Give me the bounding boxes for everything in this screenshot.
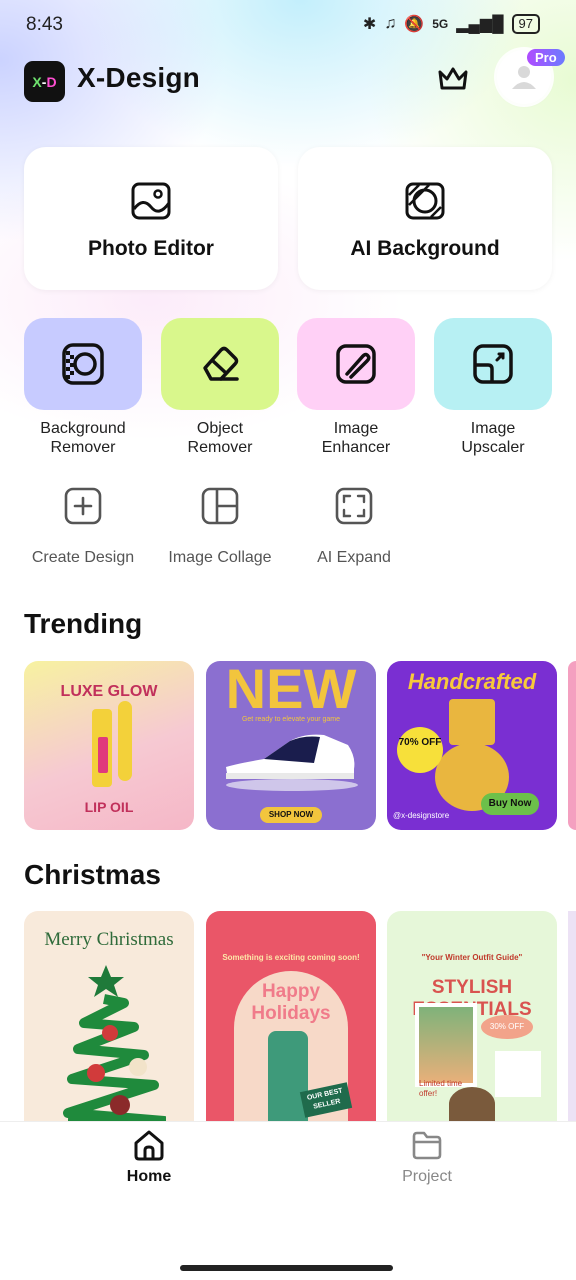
outfit-photo [415, 1003, 477, 1087]
image-upscaler-tile [434, 318, 552, 410]
discount-badge: 70% OFF [397, 727, 443, 773]
nav-home-label: Home [126, 1168, 172, 1185]
template-text: Something is exciting coming soon! [222, 953, 360, 962]
pro-badge: Pro [527, 49, 565, 66]
trending-next-template-peek[interactable] [568, 661, 576, 830]
object-remover-label: Object Remover [187, 420, 253, 456]
ai-background-icon [405, 182, 445, 220]
photo-editor-card[interactable]: Photo Editor [24, 147, 278, 290]
christmas-template-outfit[interactable]: "Your Winter Outfit Guide" STYLISH ESSEN… [387, 911, 557, 1121]
image-enhancer-tile [297, 318, 415, 410]
trending-template-sneaker[interactable]: NEW Get ready to elevate your game SHOP … [206, 661, 376, 830]
object-remover-tile [161, 318, 279, 410]
hat-photo [449, 1087, 495, 1121]
upscaler-icon [473, 344, 513, 384]
create-design-label: Create Design [31, 549, 135, 566]
bluetooth-icon: ✱ [362, 16, 377, 33]
image-icon [131, 182, 171, 220]
app-title: X-Design [77, 62, 200, 93]
eraser-icon [203, 346, 239, 381]
image-upscaler-tool[interactable]: Image Upscaler [434, 318, 552, 457]
lip-oil-fill [98, 737, 108, 773]
trending-template-lip-oil[interactable]: LUXE GLOW LIP OIL [24, 661, 194, 830]
home-icon [134, 1130, 164, 1161]
crown-icon[interactable] [436, 64, 470, 94]
discount-badge: 30% OFF [481, 1015, 533, 1039]
ai-expand-tool[interactable]: AI Expand [304, 486, 404, 567]
christmas-next-template-peek[interactable] [568, 911, 576, 1121]
status-time: 8:43 [26, 14, 63, 35]
shop-now-button: SHOP NOW [260, 807, 322, 823]
signal-icon: ▂▄▆█ [456, 16, 504, 33]
template-text: Get ready to elevate your game [241, 716, 341, 723]
bottom-navigation [0, 1121, 576, 1280]
image-collage-tool[interactable]: Image Collage [160, 486, 280, 567]
background-remover-label: Background Remover [40, 420, 126, 456]
template-text: Happy Holidays [251, 981, 331, 1024]
necklace-photo [495, 1051, 541, 1097]
nav-project-label: Project [402, 1168, 452, 1185]
photo-editor-label: Photo Editor [88, 237, 214, 260]
nav-home[interactable]: Home [99, 1128, 199, 1186]
christmas-tree-image [63, 965, 166, 1121]
background-remover-tile [24, 318, 142, 410]
christmas-template-holidays[interactable]: Something is exciting coming soon! Happy… [206, 911, 376, 1121]
headphones-icon: ♫ [384, 15, 397, 32]
enhancer-icon [336, 344, 376, 384]
vase-image [449, 699, 495, 745]
ai-expand-label: AI Expand [317, 549, 391, 566]
ai-background-label: AI Background [350, 237, 500, 260]
background-remover-icon [62, 343, 104, 385]
app-logo: X-D [24, 61, 65, 102]
create-design-tool[interactable]: Create Design [24, 486, 142, 567]
sneaker-image [226, 734, 358, 791]
status-icons: ✱ ♫ 🔕 5G ▂▄▆█ 97 [363, 14, 540, 34]
folder-icon [412, 1131, 442, 1160]
object-remover-tool[interactable]: Object Remover [161, 318, 279, 457]
mute-bell-icon: 🔕 [404, 16, 425, 33]
trending-title: Trending [24, 608, 143, 639]
template-handle: @x-designstore [393, 811, 450, 820]
template-text: "Your Winter Outfit Guide" [421, 953, 523, 962]
trending-template-vase[interactable]: Handcrafted 70% OFF Buy Now @x-designsto… [387, 661, 557, 830]
template-text: Handcrafted [407, 669, 537, 694]
user-icon [512, 66, 536, 89]
collage-icon [201, 487, 239, 525]
network-label: 5G [432, 17, 449, 31]
template-text: Merry Christmas [44, 929, 174, 950]
home-indicator[interactable] [180, 1265, 393, 1271]
lip-oil-wand [118, 701, 132, 781]
christmas-title: Christmas [24, 859, 161, 890]
ai-background-card[interactable]: AI Background [298, 147, 552, 290]
christmas-template-tree[interactable]: Merry Christmas [24, 911, 194, 1121]
template-text: NEW [225, 661, 357, 720]
plus-square-icon [64, 487, 102, 525]
battery-indicator: 97 [511, 14, 540, 34]
background-remover-tool[interactable]: Background Remover [24, 318, 142, 457]
template-text: LIP OIL [84, 799, 134, 815]
tumbler-image [268, 1031, 308, 1121]
image-enhancer-label: Image Enhancer [321, 420, 391, 456]
template-text: LUXE GLOW [60, 683, 158, 700]
expand-icon [335, 487, 373, 525]
image-collage-label: Image Collage [168, 549, 272, 566]
nav-project[interactable]: Project [377, 1128, 477, 1186]
buy-now-button: Buy Now [481, 793, 539, 815]
image-upscaler-label: Image Upscaler [461, 420, 525, 456]
image-enhancer-tool[interactable]: Image Enhancer [297, 318, 415, 457]
